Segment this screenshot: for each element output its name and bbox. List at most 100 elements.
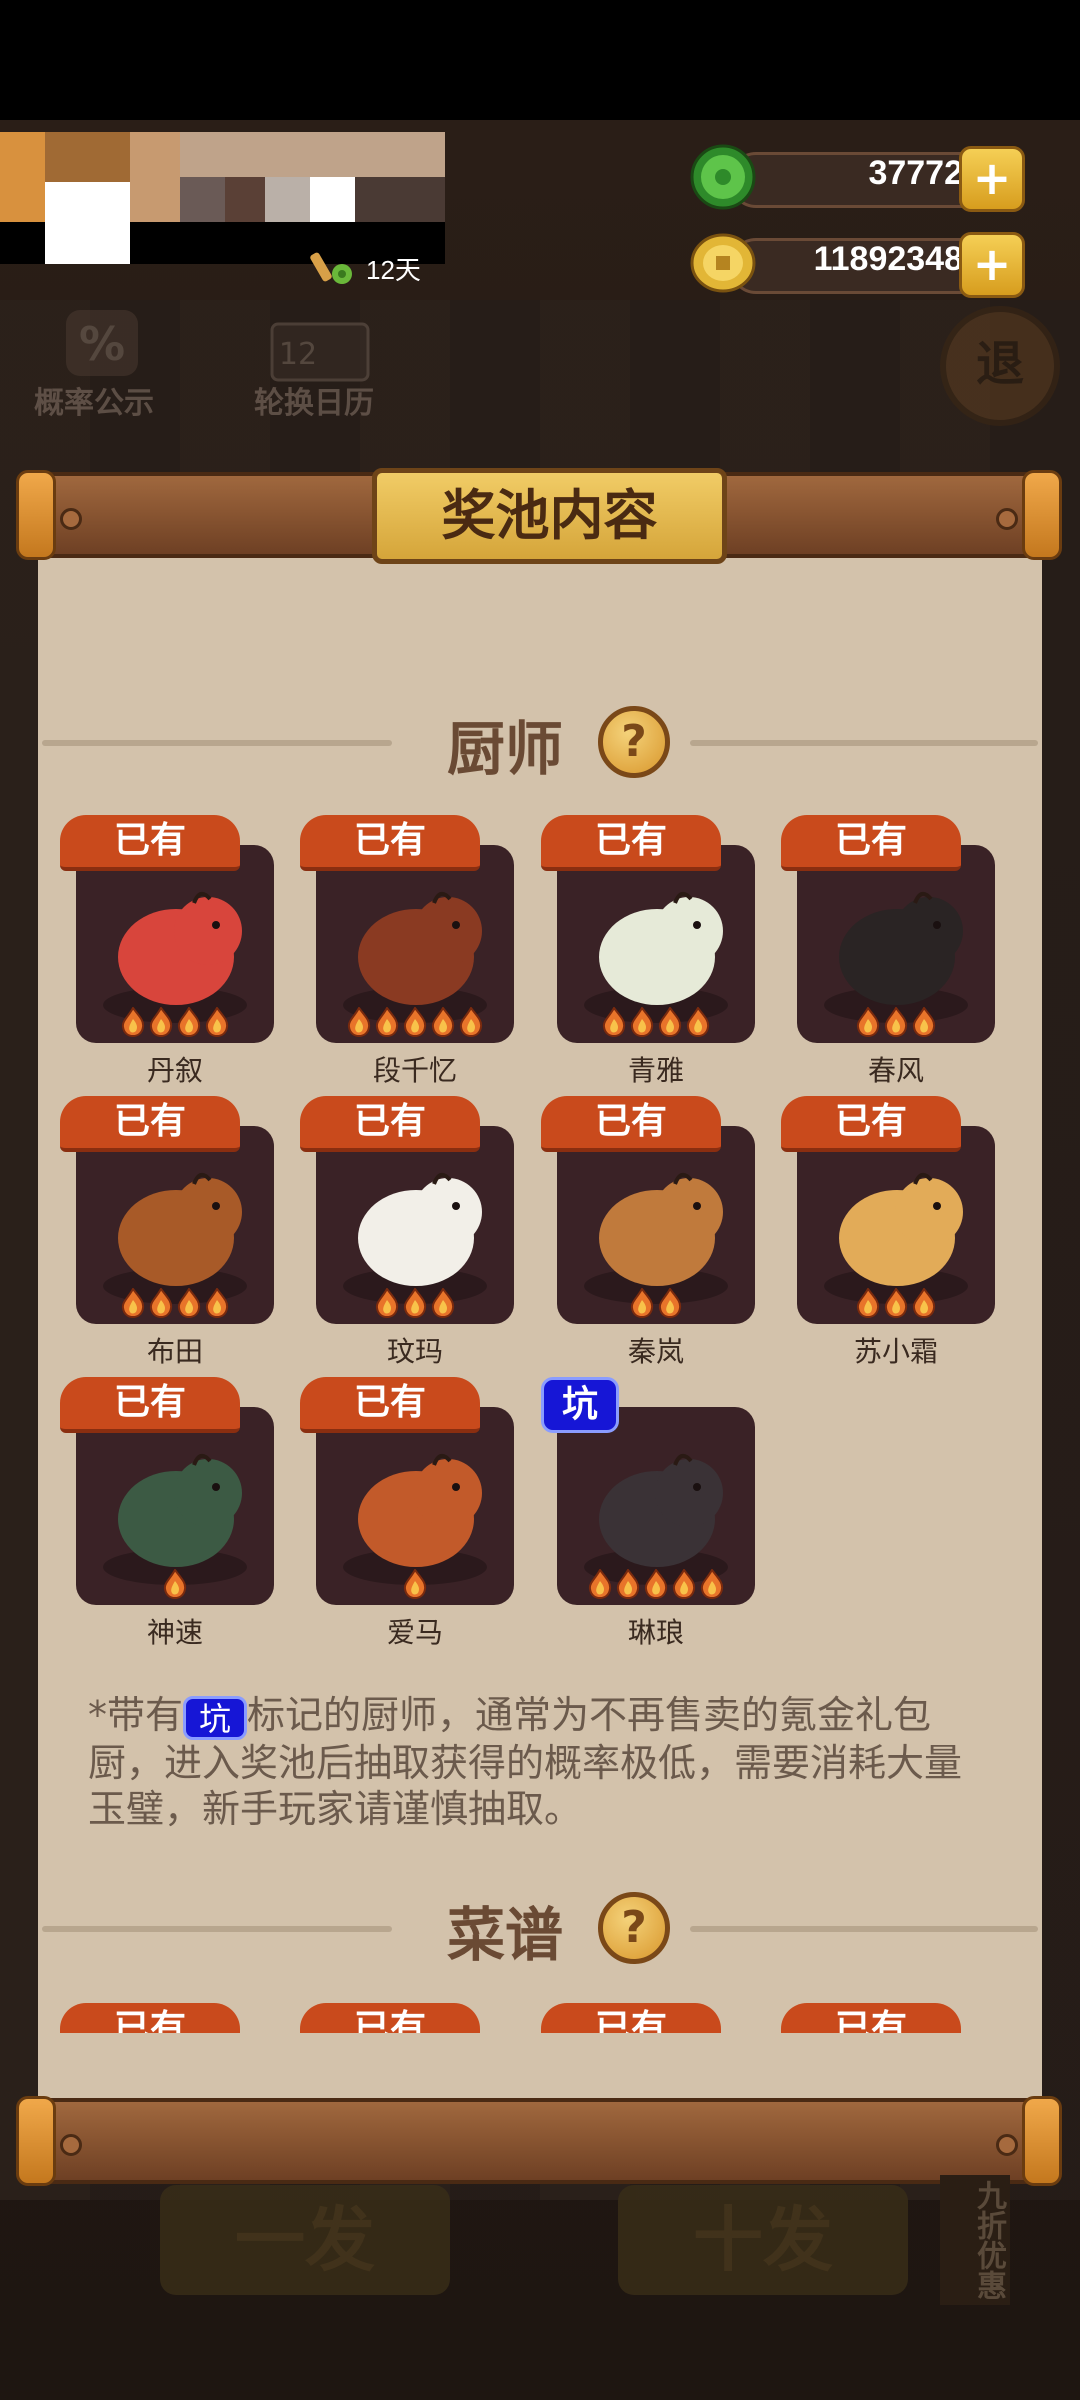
star-rating (797, 1288, 995, 1318)
flame-icon (658, 1288, 682, 1318)
owned-badge: 已有 (300, 1096, 480, 1152)
chef-card[interactable]: 已有春风 (781, 815, 995, 1087)
flame-icon (602, 1007, 626, 1037)
chef-name: 苏小霜 (853, 1335, 938, 1368)
flame-icon (630, 1288, 654, 1318)
chef-name: 布田 (146, 1335, 203, 1368)
chefs-section-title: 厨师 (447, 715, 564, 783)
chef-portrait (557, 1407, 755, 1605)
chef-name: 段千忆 (372, 1054, 457, 1087)
panel-title: 奖池内容 (372, 468, 727, 564)
flame-icon (403, 1288, 427, 1318)
recipe-card-peek[interactable]: 已有 (541, 2003, 721, 2033)
coin-amount: 11892348 (813, 240, 963, 278)
chef-portrait (316, 1126, 514, 1324)
star-rating (316, 1007, 514, 1037)
flame-icon (403, 1007, 427, 1037)
star-rating (76, 1007, 274, 1037)
single-draw-button[interactable]: 一发 (160, 2185, 450, 2295)
flame-icon (912, 1007, 936, 1037)
flame-icon (163, 1569, 187, 1599)
star-rating (76, 1288, 274, 1318)
owned-badge: 已有 (60, 1096, 240, 1152)
exit-button[interactable]: 退 (940, 306, 1060, 426)
add-coin-button[interactable]: + (959, 232, 1025, 298)
flame-icon (459, 1007, 483, 1037)
star-rating (557, 1288, 755, 1318)
chef-card[interactable]: 已有 苏小霜 (781, 1096, 995, 1368)
chef-name: 秦岚 (627, 1335, 684, 1368)
flame-icon (431, 1288, 455, 1318)
flame-icon (205, 1288, 229, 1318)
recipes-section-title: 菜谱 (447, 1901, 564, 1969)
chef-portrait (76, 1407, 274, 1605)
flame-icon (616, 1569, 640, 1599)
recipes-section-header: 菜谱 ? (42, 1888, 1038, 1969)
chef-card[interactable]: 已有 丹叙 (60, 815, 274, 1087)
star-rating (557, 1569, 755, 1599)
days-label: 12天 (366, 254, 421, 285)
add-jade-button[interactable]: + (959, 146, 1025, 212)
flame-icon (149, 1007, 173, 1037)
recipe-card-peek[interactable]: 已有 (60, 2003, 240, 2033)
pit-note: *带有坑标记的厨师，通常为不再售卖的氪金礼包厨，进入奖池后抽取获得的概率极低，需… (88, 1692, 998, 1832)
chef-name: 春风 (867, 1054, 924, 1087)
note-prefix: *带有 (88, 1693, 184, 1737)
owned-badge: 已有 (781, 815, 961, 871)
pit-badge: 坑 (541, 1377, 619, 1433)
chef-name: 丹叙 (146, 1054, 203, 1087)
chef-name: 神速 (146, 1616, 203, 1649)
flame-icon (644, 1569, 668, 1599)
chef-card[interactable]: 已有 青雅 (541, 815, 755, 1087)
chef-portrait (76, 1126, 274, 1324)
chef-portrait (316, 1407, 514, 1605)
chef-card[interactable]: 坑琳琅 (541, 1377, 755, 1649)
chef-name: 玟玛 (386, 1335, 443, 1368)
probability-label: 概率公示 (34, 386, 154, 421)
chef-card[interactable]: 已有段千忆 (300, 815, 514, 1087)
chef-card[interactable]: 已有布田 (60, 1096, 274, 1368)
key-icon (310, 252, 352, 284)
coin-currency: 11892348 + (690, 230, 1025, 298)
flame-icon (375, 1007, 399, 1037)
coin-icon (690, 233, 756, 293)
owned-badge: 已有 (60, 1377, 240, 1433)
days-indicator: 12天 (310, 248, 421, 288)
flame-icon (912, 1288, 936, 1318)
star-rating (76, 1569, 274, 1599)
flame-icon (177, 1007, 201, 1037)
flame-icon (588, 1569, 612, 1599)
recipe-card-peek[interactable]: 已有 (781, 2003, 961, 2033)
recipe-card-peek[interactable]: 已有 (300, 2003, 480, 2033)
star-rating (316, 1569, 514, 1599)
owned-badge: 已有 (300, 1377, 480, 1433)
recipes-help-button[interactable]: ? (598, 1892, 670, 1964)
calendar-icon-text: 12 (279, 337, 317, 372)
chef-name: 琳琅 (627, 1616, 684, 1649)
flame-icon (177, 1288, 201, 1318)
ten-draw-button[interactable]: 十发 (618, 2185, 908, 2295)
chef-portrait (557, 1126, 755, 1324)
flame-icon (884, 1007, 908, 1037)
flame-icon (700, 1569, 724, 1599)
star-rating (557, 1007, 755, 1037)
flame-icon (630, 1007, 654, 1037)
flame-icon (149, 1288, 173, 1318)
flame-icon (347, 1007, 371, 1037)
flame-icon (121, 1288, 145, 1318)
owned-badge: 已有 (300, 815, 480, 871)
percent-icon-text: % (79, 317, 125, 371)
chef-card[interactable]: 已有 秦岚 (541, 1096, 755, 1368)
chef-card[interactable]: 已有神速 (60, 1377, 274, 1649)
chef-portrait (557, 845, 755, 1043)
chef-card[interactable]: 已有玟玛 (300, 1096, 514, 1368)
flame-icon (121, 1007, 145, 1037)
flame-icon (686, 1007, 710, 1037)
chef-card[interactable]: 已有 爱马 (300, 1377, 514, 1649)
flame-icon (884, 1288, 908, 1318)
flame-icon (431, 1007, 455, 1037)
chefs-help-button[interactable]: ? (598, 706, 670, 778)
chef-portrait (76, 845, 274, 1043)
player-avatar-blurred[interactable] (0, 132, 445, 264)
percent-icon[interactable]: % (52, 308, 152, 378)
